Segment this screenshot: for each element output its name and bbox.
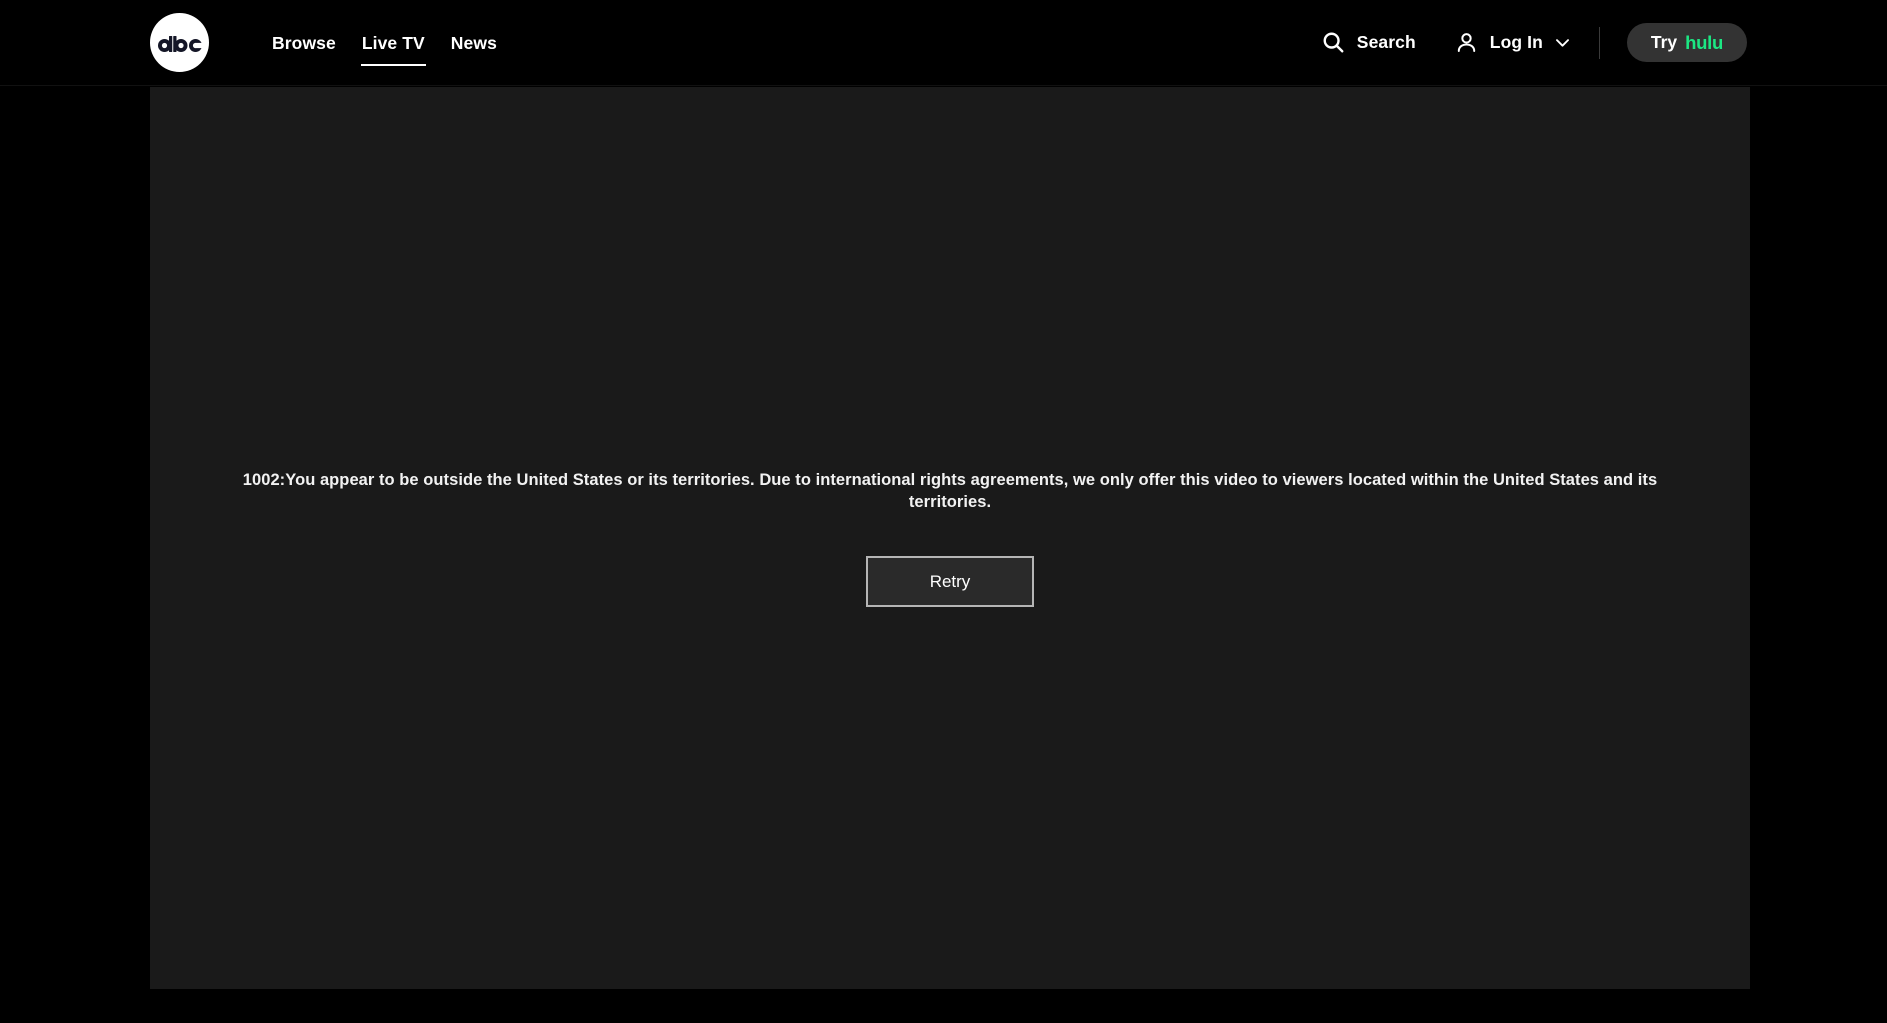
primary-nav: Browse Live TV News bbox=[259, 30, 510, 66]
search-button[interactable]: Search bbox=[1321, 30, 1416, 55]
nav-item-news[interactable]: News bbox=[438, 30, 510, 56]
retry-button[interactable]: Retry bbox=[866, 556, 1034, 607]
login-label: Log In bbox=[1489, 32, 1543, 52]
try-hulu-try-label: Try bbox=[1650, 32, 1678, 52]
search-icon bbox=[1321, 30, 1346, 55]
nav-item-browse[interactable]: Browse bbox=[259, 30, 349, 56]
video-player[interactable]: 1002:You appear to be outside the United… bbox=[150, 87, 1750, 989]
chevron-down-icon bbox=[1553, 33, 1572, 52]
player-error-message: 1002:You appear to be outside the United… bbox=[242, 471, 1658, 511]
player-error-overlay: 1002:You appear to be outside the United… bbox=[150, 87, 1750, 989]
abc-logo[interactable] bbox=[150, 13, 209, 72]
abc-logo-wordmark bbox=[157, 35, 202, 52]
header-divider bbox=[1598, 26, 1600, 59]
nav-item-live-tv-label: Live TV bbox=[361, 32, 425, 53]
nav-item-news-label: News bbox=[450, 32, 497, 53]
try-hulu-button[interactable]: Try hulu bbox=[1626, 23, 1747, 62]
header-left-group: Browse Live TV News bbox=[0, 13, 510, 72]
login-button[interactable]: Log In bbox=[1454, 30, 1572, 55]
header-right-group: Search Log In Try hulu bbox=[1321, 23, 1887, 62]
nav-item-browse-label: Browse bbox=[272, 32, 336, 53]
user-icon bbox=[1454, 30, 1479, 55]
site-header: Browse Live TV News Search Log In Try hu… bbox=[0, 0, 1887, 86]
search-label: Search bbox=[1356, 32, 1416, 52]
try-hulu-brand-label: hulu bbox=[1685, 31, 1723, 53]
nav-item-live-tv[interactable]: Live TV bbox=[349, 30, 438, 66]
page-root: Browse Live TV News Search Log In Try hu… bbox=[0, 0, 1887, 1023]
